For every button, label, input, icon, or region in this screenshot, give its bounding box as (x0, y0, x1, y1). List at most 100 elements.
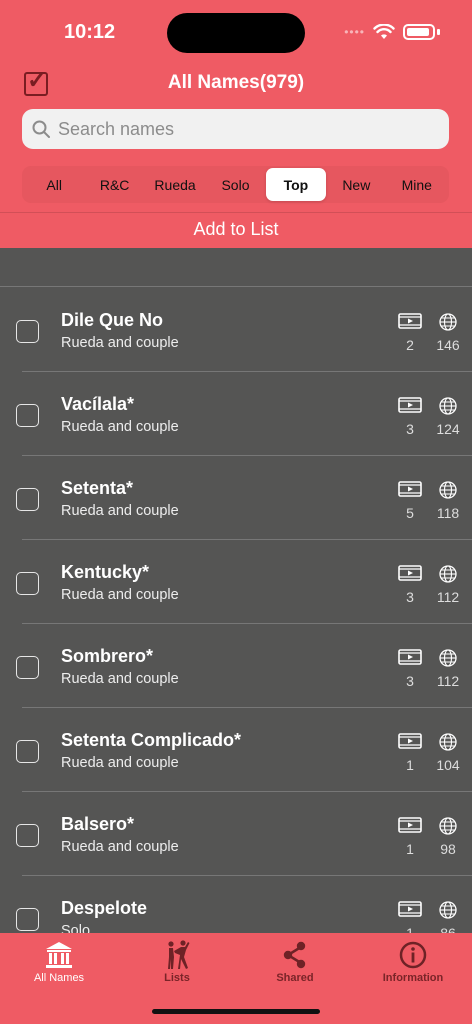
list-item[interactable]: Sombrero* Rueda and couple 3 112 (0, 624, 472, 708)
globe-icon (439, 481, 457, 499)
move-name: Dile Que No (61, 310, 164, 330)
segment-top[interactable]: Top (265, 168, 327, 201)
move-name: Sombrero* (61, 646, 154, 666)
status-icons: •••• (344, 24, 440, 40)
video-count: 3 (406, 673, 414, 689)
globe-icon (439, 313, 457, 331)
move-category: Rueda and couple (61, 335, 179, 351)
list-item[interactable]: Balsero* Rueda and couple 1 98 (0, 792, 472, 876)
globe-icon (439, 817, 457, 835)
status-time: 10:12 (64, 21, 116, 43)
video-icon (398, 481, 422, 497)
tab-label: Information (382, 972, 444, 984)
building-columns-icon (46, 942, 72, 968)
video-icon (398, 313, 422, 329)
signal-icon: •••• (344, 25, 365, 39)
tab-lists[interactable]: Lists (118, 933, 236, 993)
video-icon (398, 733, 422, 749)
move-name: Setenta Complicado* (61, 730, 242, 750)
video-icon (398, 565, 422, 581)
tab-shared[interactable]: Shared (236, 933, 354, 993)
segment-new[interactable]: New (326, 168, 386, 201)
tab-label: Shared (276, 972, 314, 984)
video-count: 2 (406, 337, 414, 353)
header: 10:12 •••• ✓ All Names(979) All R&C Rued… (0, 0, 472, 248)
video-count: 5 (406, 505, 414, 521)
names-list[interactable]: Dile Que No Rueda and couple 2 146 Vacílala*… (0, 248, 472, 933)
list-item[interactable]: Despelote Solo 1 86 (0, 876, 472, 933)
view-count: 146 (436, 337, 460, 353)
wifi-icon (373, 24, 395, 39)
segment-solo[interactable]: Solo (205, 168, 265, 201)
tab-information[interactable]: Information (354, 933, 472, 993)
list-item[interactable]: Kentucky* Rueda and couple 3 112 (0, 540, 472, 624)
move-name: Balsero* (61, 814, 135, 834)
video-icon (398, 649, 422, 665)
globe-icon (439, 649, 457, 667)
segment-all[interactable]: All (24, 168, 84, 201)
video-icon (398, 397, 422, 413)
move-category: Rueda and couple (61, 503, 179, 519)
move-category: Rueda and couple (61, 755, 179, 771)
globe-icon (439, 565, 457, 583)
move-category: Solo (61, 923, 91, 933)
globe-icon (439, 901, 457, 919)
row-checkbox[interactable] (16, 488, 39, 511)
search-bar[interactable] (22, 109, 449, 149)
list-item[interactable]: Setenta Complicado* Rueda and couple 1 104 (0, 708, 472, 792)
row-checkbox[interactable] (16, 320, 39, 343)
row-checkbox[interactable] (16, 740, 39, 763)
move-name: Despelote (61, 898, 148, 918)
view-count: 112 (436, 673, 460, 689)
dynamic-island (167, 13, 305, 53)
page-title: All Names(979) (167, 72, 305, 93)
view-count: 104 (436, 757, 460, 773)
tab-all-names[interactable]: All Names (0, 933, 118, 993)
row-checkbox[interactable] (16, 404, 39, 427)
share-icon (283, 941, 306, 969)
move-name: Setenta* (61, 478, 134, 498)
video-icon (398, 901, 422, 917)
view-count: 98 (440, 841, 456, 857)
video-count: 1 (406, 925, 414, 933)
segment-rc[interactable]: R&C (84, 168, 144, 201)
filter-segmented-control: All R&C Rueda Solo Top New Mine (22, 166, 449, 203)
globe-icon (439, 397, 457, 415)
move-category: Rueda and couple (61, 587, 179, 603)
search-input[interactable] (58, 118, 438, 140)
segment-rueda[interactable]: Rueda (145, 168, 205, 201)
segment-mine[interactable]: Mine (387, 168, 447, 201)
dancers-icon (168, 940, 190, 969)
video-count: 3 (406, 421, 414, 437)
add-to-list-button[interactable]: Add to List (0, 219, 472, 240)
row-checkbox[interactable] (16, 908, 39, 931)
move-category: Rueda and couple (61, 839, 179, 855)
view-count: 118 (436, 505, 460, 521)
move-name: Kentucky* (61, 562, 150, 582)
info-icon (399, 941, 427, 969)
list-item[interactable]: Vacílala* Rueda and couple 3 124 (0, 372, 472, 456)
list-item[interactable]: Dile Que No Rueda and couple 2 146 (0, 288, 472, 372)
video-count: 3 (406, 589, 414, 605)
globe-icon (439, 733, 457, 751)
view-count: 124 (436, 421, 460, 437)
divider (0, 212, 472, 213)
home-indicator (152, 1009, 320, 1014)
row-checkbox[interactable] (16, 572, 39, 595)
video-icon (398, 817, 422, 833)
move-name: Vacílala* (61, 394, 135, 414)
row-checkbox[interactable] (16, 824, 39, 847)
move-category: Rueda and couple (61, 419, 179, 435)
view-count: 112 (436, 589, 460, 605)
battery-icon (403, 24, 435, 40)
move-category: Rueda and couple (61, 671, 179, 687)
video-count: 1 (406, 841, 414, 857)
view-count: 86 (440, 925, 456, 933)
divider (0, 286, 472, 287)
list-item[interactable]: Setenta* Rueda and couple 5 118 (0, 456, 472, 540)
tab-label: Lists (164, 972, 190, 984)
row-checkbox[interactable] (16, 656, 39, 679)
search-icon (32, 120, 50, 138)
tab-label: All Names (33, 972, 85, 984)
video-count: 1 (406, 757, 414, 773)
